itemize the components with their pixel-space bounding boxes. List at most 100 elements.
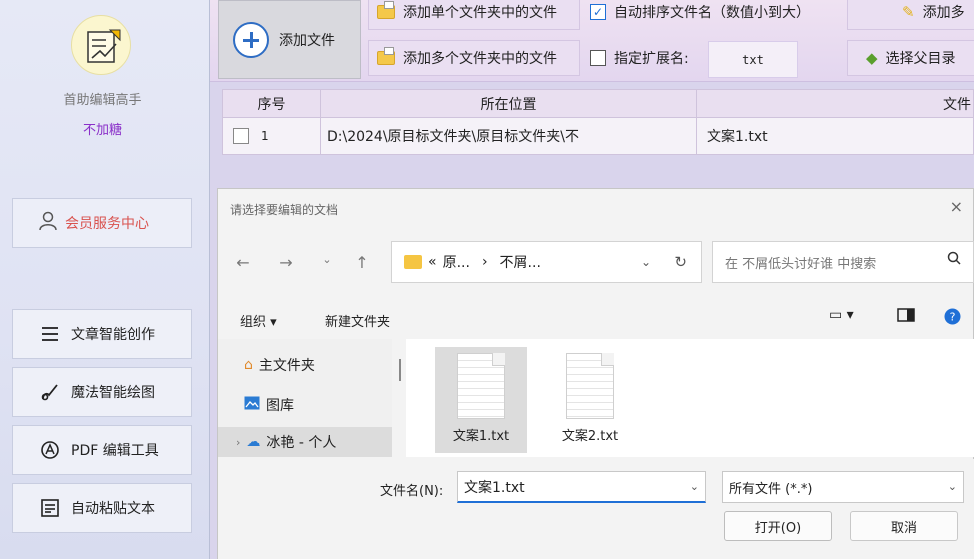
search-icon[interactable] xyxy=(947,251,961,269)
add-more-button[interactable]: ✎ 添加多 xyxy=(847,0,974,30)
back-icon[interactable]: ← xyxy=(230,253,256,272)
list-icon xyxy=(39,323,61,345)
search-placeholder: 在 不屑低头讨好谁 中搜索 xyxy=(725,256,877,272)
auto-sort-checkbox[interactable]: ✓ xyxy=(590,4,606,20)
table-row[interactable]: 1 D:\2024\原目标文件夹\原目标文件夹\不 文案1.txt xyxy=(222,118,974,155)
paste-icon xyxy=(39,497,61,519)
pdf-icon xyxy=(39,439,61,461)
home-icon: ⌂ xyxy=(244,357,253,373)
path-part-2[interactable]: 不屑... xyxy=(500,252,541,272)
ext-input[interactable]: txt xyxy=(708,41,798,78)
ext-label: 指定扩展名: xyxy=(614,51,689,67)
row-checkbox[interactable] xyxy=(233,128,249,144)
brush-icon xyxy=(39,381,61,403)
file-open-dialog: 请选择要编辑的文档 × ← → ⌄ ↑ « 原... › 不屑... ⌄ ↻ 在… xyxy=(217,188,974,559)
nav-item-gallery[interactable]: 图库 xyxy=(244,395,294,415)
add-file-label: 添加文件 xyxy=(279,32,335,49)
expand-chevron-icon[interactable]: › xyxy=(236,436,240,449)
nav-item-cloud[interactable]: › ☁ 冰艳 - 个人 xyxy=(218,427,392,457)
cancel-button[interactable]: 取消 xyxy=(850,511,958,541)
filetype-value: 所有文件 (*.*) xyxy=(729,481,813,497)
sidebar-item-label: 魔法智能绘图 xyxy=(71,385,155,401)
sidebar-item-label: 自动粘贴文本 xyxy=(71,501,155,517)
sidebar-item-article[interactable]: 文章智能创作 xyxy=(12,309,192,359)
header-location: 所在位置 xyxy=(321,90,697,117)
ext-option[interactable]: 指定扩展名: xyxy=(582,40,702,76)
file-name: 文案2.txt xyxy=(561,429,619,444)
filetype-select[interactable]: 所有文件 (*.*) ⌄ xyxy=(722,471,964,503)
header-index: 序号 xyxy=(223,90,321,117)
chevron-down-icon[interactable]: ⌄ xyxy=(948,480,957,493)
organize-menu[interactable]: 组织 ▾ xyxy=(240,311,277,330)
row-location: D:\2024\原目标文件夹\原目标文件夹\不 xyxy=(321,118,697,154)
filename-value: 文案1.txt xyxy=(464,479,525,496)
address-bar[interactable]: « 原... › 不屑... ⌄ ↻ xyxy=(391,241,702,283)
refresh-icon[interactable]: ↻ xyxy=(674,253,687,271)
preview-pane-icon[interactable] xyxy=(897,308,915,326)
view-mode-icon[interactable]: ▭ ▾ xyxy=(829,307,854,323)
filename-input[interactable]: 文案1.txt ⌄ xyxy=(457,471,706,503)
row-name: 文案1.txt xyxy=(707,129,768,145)
up-icon[interactable]: ↑ xyxy=(349,253,375,272)
pencil-icon: ✎ xyxy=(902,3,915,21)
chevron-down-icon[interactable]: ⌄ xyxy=(641,255,651,269)
search-input[interactable]: 在 不屑低头讨好谁 中搜索 xyxy=(712,241,974,283)
dialog-title: 请选择要编辑的文档 xyxy=(230,203,339,217)
sidebar-item-drawing[interactable]: 魔法智能绘图 xyxy=(12,367,192,417)
choose-parent-button[interactable]: ◆ 选择父目录 xyxy=(847,40,974,76)
choose-folder-icon: ◆ xyxy=(866,49,878,67)
toolbar: 添加文件 添加单个文件夹中的文件 添加多个文件夹中的文件 ✓ 自动排序文件名（数… xyxy=(210,0,974,82)
member-center-button[interactable]: 会员服务中心 xyxy=(12,198,192,248)
row-index-cell: 1 xyxy=(223,118,321,154)
recent-dropdown-icon[interactable]: ⌄ xyxy=(314,253,340,266)
add-single-folder-label: 添加单个文件夹中的文件 xyxy=(403,5,557,21)
path-separator: › xyxy=(481,254,488,270)
sidebar-item-label: PDF 编辑工具 xyxy=(71,443,159,459)
app-name: 首助编辑高手 xyxy=(63,93,142,108)
add-file-button[interactable]: 添加文件 xyxy=(218,0,361,79)
sidebar: 首助编辑高手 不加糖 会员服务中心 文章智能创作 魔法智能绘图 PDF 编辑工具… xyxy=(0,0,210,559)
ext-checkbox[interactable] xyxy=(590,50,606,66)
open-button[interactable]: 打开(O) xyxy=(724,511,832,541)
path-part-1[interactable]: 原... xyxy=(443,252,470,272)
folder-icon xyxy=(377,47,395,65)
file-item[interactable]: 文案2.txt xyxy=(544,347,636,453)
choose-parent-label: 选择父目录 xyxy=(885,51,956,67)
sidebar-item-paste[interactable]: 自动粘贴文本 xyxy=(12,483,192,533)
sidebar-item-label: 文章智能创作 xyxy=(71,327,155,343)
close-icon[interactable]: × xyxy=(950,197,963,216)
new-folder-button[interactable]: 新建文件夹 xyxy=(325,311,390,330)
plus-icon xyxy=(233,21,269,58)
table-header: 序号 所在位置 文件 xyxy=(222,89,974,118)
path-prefix: « xyxy=(428,254,437,270)
file-list-pane: 文案1.txt 文案2.txt xyxy=(406,339,974,457)
chevron-down-icon[interactable]: ⌄ xyxy=(690,480,699,493)
auto-sort-label: 自动排序文件名（数值小到大） xyxy=(614,5,810,21)
user-icon xyxy=(39,211,57,235)
auto-sort-option[interactable]: ✓ 自动排序文件名（数值小到大） xyxy=(582,0,838,30)
folder-icon xyxy=(377,1,395,19)
add-more-label: 添加多 xyxy=(922,5,965,21)
forward-icon[interactable]: → xyxy=(273,253,299,272)
nav-scrollbar[interactable] xyxy=(399,359,401,381)
file-item[interactable]: 文案1.txt xyxy=(435,347,527,453)
sidebar-item-pdf[interactable]: PDF 编辑工具 xyxy=(12,425,192,475)
file-table: 序号 所在位置 文件 1 D:\2024\原目标文件夹\原目标文件夹\不 文案1… xyxy=(222,89,974,155)
nav-item-home[interactable]: ⌂ 主文件夹 xyxy=(244,355,315,375)
navigation-pane: ⌂ 主文件夹 图库 › ☁ 冰艳 - 个人 xyxy=(218,339,392,457)
member-center-label: 会员服务中心 xyxy=(65,216,149,232)
document-icon xyxy=(566,353,614,419)
add-multi-folder-button[interactable]: 添加多个文件夹中的文件 xyxy=(368,40,580,76)
app-subtitle: 不加糖 xyxy=(82,123,122,138)
cloud-icon: ☁ xyxy=(246,434,261,450)
nav-item-label: 冰艳 - 个人 xyxy=(266,435,337,451)
row-index: 1 xyxy=(261,129,269,143)
help-icon[interactable]: ? xyxy=(944,308,961,329)
svg-text:?: ? xyxy=(950,311,956,324)
filename-label: 文件名(N): xyxy=(380,484,444,499)
file-name: 文案1.txt xyxy=(452,429,510,444)
add-single-folder-button[interactable]: 添加单个文件夹中的文件 xyxy=(368,0,580,30)
document-icon xyxy=(457,353,505,419)
app-logo xyxy=(71,15,131,75)
nav-item-label: 图库 xyxy=(266,398,294,414)
